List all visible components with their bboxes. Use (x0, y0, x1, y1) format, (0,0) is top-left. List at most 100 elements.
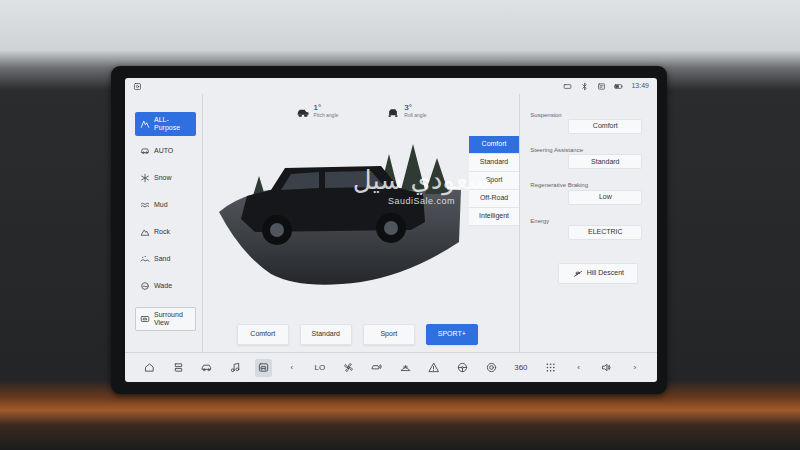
setting-value-button[interactable]: Comfort (568, 119, 642, 134)
defrost-icon (400, 362, 411, 373)
drive-mode-button[interactable]: Standard (300, 324, 352, 345)
drive-mode-row: Comfort Standard Sport SPORT+ (203, 316, 520, 352)
center-panel: 1°Pitch angle 3°Roll angle Comfort Standard… (203, 94, 520, 352)
drive-mode-icon (258, 362, 269, 373)
setting-value: ELECTRIC (588, 227, 623, 238)
setting-group: SuspensionComfort (530, 112, 649, 134)
dock-text: ‹ (577, 363, 580, 372)
dock-item[interactable] (368, 359, 385, 377)
hill-descent-label: Hill Descent (587, 268, 624, 279)
roll-car-icon (386, 107, 400, 118)
sidebar-label: Surround View (154, 311, 191, 326)
angle-value: 3° (404, 104, 426, 112)
setting-value-button[interactable]: Low (568, 190, 642, 205)
dock-text: 360 (514, 363, 527, 372)
terrain-icon (140, 119, 150, 129)
dock-item[interactable] (542, 359, 559, 377)
dock-item[interactable]: › (627, 359, 643, 377)
mode-option[interactable]: Intelligent (469, 208, 520, 226)
dock-item[interactable]: ‹ (284, 359, 300, 377)
bottom-dock: ‹ LO 360 ‹ › (125, 352, 657, 382)
hill-descent-button[interactable]: Hill Descent (558, 263, 638, 284)
mode-label: Sport (486, 175, 503, 186)
camera-icon (563, 82, 572, 91)
sidebar-item[interactable]: AUTO (135, 139, 196, 163)
mode-option[interactable]: Off-Road (469, 190, 520, 208)
mode-label: Standard (480, 157, 508, 168)
dock-item[interactable] (483, 359, 500, 377)
dock-item[interactable] (141, 359, 158, 377)
dock-item[interactable]: LO (311, 359, 328, 377)
angle-readout: 1°Pitch angle (296, 100, 339, 124)
mode-option[interactable]: Sport (469, 172, 520, 190)
status-bar: 13:49 (125, 78, 657, 94)
setting-label: Energy (530, 218, 649, 225)
dock-item[interactable] (425, 359, 442, 377)
surround-view-icon (140, 314, 150, 324)
angle-text: 3°Roll angle (404, 104, 426, 120)
dock-item[interactable] (454, 359, 471, 377)
dock-text-holder: ‹ (577, 362, 580, 374)
warning-icon (428, 362, 439, 373)
angle-label: Roll angle (404, 112, 426, 120)
mud-icon (140, 200, 150, 210)
settings-icon (133, 82, 142, 91)
mode-option[interactable]: Standard (469, 154, 520, 172)
setting-label: Regenerative Braking (530, 182, 649, 189)
clock: 13:49 (631, 81, 649, 92)
dock-item[interactable] (170, 359, 187, 377)
vehicle-illustration (211, 124, 469, 294)
sand-icon (140, 254, 150, 264)
sidebar-item[interactable]: Mud (135, 193, 196, 217)
dock-item[interactable] (198, 359, 215, 377)
dock-item[interactable] (598, 359, 615, 377)
volume-icon (601, 362, 612, 373)
wade-icon (140, 281, 150, 291)
vehicle-stage: ComfortStandardSportOff-RoadIntelligentس… (203, 124, 520, 316)
grid-icon (545, 362, 556, 373)
setting-value-button[interactable]: Standard (568, 154, 642, 169)
dock-item[interactable]: ‹ (571, 359, 587, 377)
sidebar-label: Wade (154, 282, 172, 290)
pitch-car-icon (296, 107, 310, 118)
angle-readout: 3°Roll angle (386, 100, 426, 124)
dock-item[interactable] (227, 359, 244, 377)
car-air-icon (371, 362, 382, 373)
fan-icon (343, 362, 354, 373)
drive-mode-button[interactable]: SPORT+ (426, 324, 478, 345)
setting-label: Suspension (530, 112, 649, 119)
music-icon (230, 362, 241, 373)
drive-mode-button[interactable]: Sport (363, 324, 415, 345)
setting-group: Regenerative Braking Low (530, 182, 649, 204)
dock-text: › (634, 363, 637, 372)
dock-item[interactable]: 360 (511, 359, 530, 377)
dock-text-holder: › (634, 362, 637, 374)
drive-mode-label: Standard (312, 329, 340, 340)
photo-frame: 13:49 ALL-Purpose AUTO Snow Mud Rock Sand Wade S… (0, 0, 800, 394)
sidebar-item[interactable]: Wade (135, 274, 196, 298)
setting-value-button[interactable]: ELECTRIC (568, 225, 642, 240)
steering-icon (457, 362, 468, 373)
mode-option[interactable]: Comfort (469, 136, 520, 154)
sidebar-item[interactable]: Rock (135, 220, 196, 244)
mode-list: Comfort Standard Sport Off-Road Intelligent (469, 136, 520, 316)
sidebar-label: Rock (154, 228, 170, 236)
sidebar-item[interactable]: Sand (135, 247, 196, 271)
dock-text-holder: ‹ (291, 362, 294, 374)
sidebar-item[interactable]: Snow (135, 166, 196, 190)
sidebar-item[interactable]: ALL-Purpose (135, 112, 196, 136)
drive-mode-label: Sport (380, 329, 397, 340)
home-icon (144, 362, 155, 373)
setting-group: Steering AssistanceStandard (530, 147, 649, 169)
angle-row: 1°Pitch angle 3°Roll angle (203, 94, 520, 124)
mode-label: Off-Road (480, 193, 508, 204)
setting-value: Low (599, 192, 612, 203)
dock-item[interactable] (255, 359, 272, 377)
drive-mode-button[interactable]: Comfort (237, 324, 289, 345)
dock-item[interactable] (340, 359, 357, 377)
sidebar-item[interactable]: Surround View (135, 307, 196, 331)
battery-icon (614, 82, 623, 91)
dock-item[interactable] (397, 359, 414, 377)
display: 13:49 ALL-Purpose AUTO Snow Mud Rock Sand Wade S… (125, 78, 657, 382)
drive-mode-label: SPORT+ (438, 329, 466, 340)
